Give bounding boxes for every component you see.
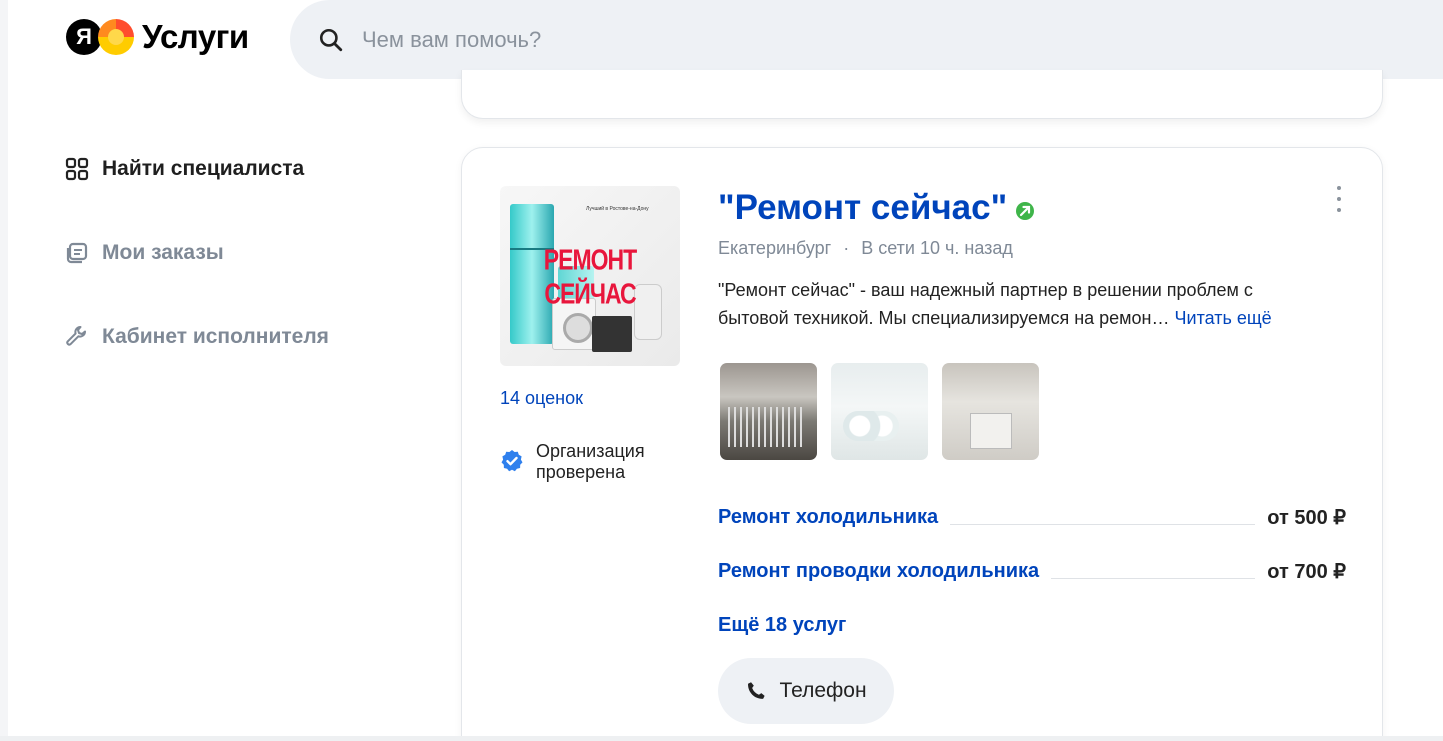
grid-icon xyxy=(64,156,90,182)
service-price: от 700 ₽ xyxy=(1267,560,1346,583)
phone-button[interactable]: Телефон xyxy=(718,658,894,724)
yandex-logo-icon: Я xyxy=(66,19,102,55)
previous-card-edge xyxy=(461,70,1383,119)
menu-dot xyxy=(1337,186,1341,190)
menu-dot xyxy=(1337,208,1341,212)
verified-label: Организация проверена xyxy=(536,441,645,482)
sidebar-item-my-orders[interactable]: Мои заказы xyxy=(64,240,224,266)
meta-separator: · xyxy=(843,238,850,258)
sidebar-item-label: Кабинет исполнителя xyxy=(102,325,329,348)
wrench-icon xyxy=(64,324,90,350)
yandex-uslugi-logo[interactable]: Я Услуги xyxy=(66,18,249,56)
online-status-label: В сети 10 ч. назад xyxy=(861,238,1013,258)
service-name-link[interactable]: Ремонт холодильника xyxy=(718,506,938,529)
organization-description: "Ремонт сейчас" - ваш надежный партнер в… xyxy=(718,276,1328,332)
work-photo[interactable] xyxy=(831,363,928,460)
more-services-link[interactable]: Ещё 18 услуг xyxy=(718,598,1346,652)
orders-icon xyxy=(64,240,90,266)
phone-button-label: Телефон xyxy=(779,679,867,702)
service-leader-line xyxy=(950,523,1256,525)
work-photo[interactable] xyxy=(720,363,817,460)
specialist-card: Лучший в Ростове-на-Дону РЕМОНТ СЕЙЧАС 1… xyxy=(461,147,1383,741)
left-edge-strip xyxy=(0,0,8,741)
work-photo[interactable] xyxy=(942,363,1039,460)
oven-graphic xyxy=(592,316,632,352)
organization-name[interactable]: "Ремонт сейчас" xyxy=(718,188,1007,228)
more-options-icon[interactable] xyxy=(1334,186,1344,212)
sidebar-item-find-specialist[interactable]: Найти специалиста xyxy=(64,156,304,182)
services-list: Ремонт холодильника от 500 ₽ Ремонт пров… xyxy=(718,490,1346,652)
phone-icon xyxy=(748,682,766,699)
work-photos xyxy=(720,363,1039,460)
search-input[interactable] xyxy=(362,26,1162,53)
read-more-link[interactable]: Читать ещё xyxy=(1175,308,1272,328)
photo-brand-text: РЕМОНТ СЕЙЧАС xyxy=(543,243,637,310)
city-label: Екатеринбург xyxy=(718,238,832,258)
service-row: Ремонт проводки холодильника от 700 ₽ xyxy=(718,544,1346,598)
photo-small-caption: Лучший в Ростове-на-Дону xyxy=(586,206,649,212)
service-name-link[interactable]: Ремонт проводки холодильника xyxy=(718,560,1039,583)
menu-dot xyxy=(1337,197,1341,201)
organization-title[interactable]: "Ремонт сейчас" xyxy=(718,188,1035,228)
online-status-icon xyxy=(1016,202,1035,220)
service-row: Ремонт холодильника от 500 ₽ xyxy=(718,490,1346,544)
bottom-edge xyxy=(0,736,1443,741)
ratings-link[interactable]: 14 оценок xyxy=(500,388,583,409)
logo-text: Услуги xyxy=(142,18,249,55)
search-bar[interactable] xyxy=(290,0,1443,79)
sidebar-item-label: Мои заказы xyxy=(102,241,224,264)
uslugi-logo-icon xyxy=(98,19,134,55)
organization-meta: Екатеринбург · В сети 10 ч. назад xyxy=(718,238,1013,259)
service-price: от 500 ₽ xyxy=(1267,506,1346,529)
service-leader-line xyxy=(1051,577,1256,579)
verified-badge: Организация проверена xyxy=(500,441,666,483)
sidebar-item-label: Найти специалиста xyxy=(102,157,305,180)
description-text: "Ремонт сейчас" - ваш надежный партнер в… xyxy=(718,280,1253,328)
sidebar-item-executor-cabinet[interactable]: Кабинет исполнителя xyxy=(64,324,329,350)
verified-check-icon xyxy=(501,450,523,472)
organization-photo[interactable]: Лучший в Ростове-на-Дону РЕМОНТ СЕЙЧАС xyxy=(500,186,680,366)
search-icon[interactable] xyxy=(318,27,344,53)
